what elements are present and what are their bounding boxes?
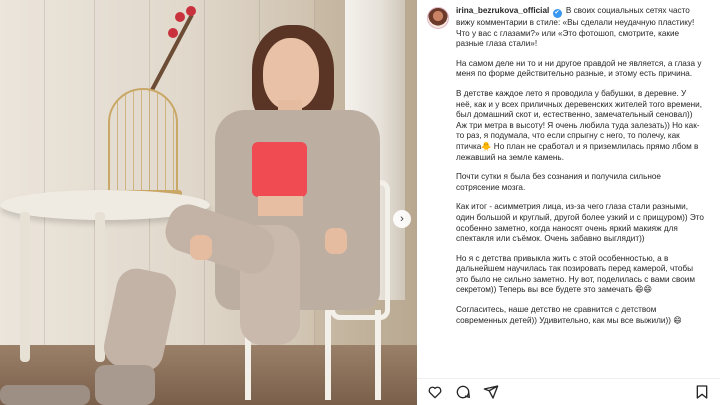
person-boot [0, 385, 90, 405]
flower [175, 12, 185, 22]
post-sidebar: irina_bezrukova_official ✔ В своих социа… [417, 0, 720, 405]
caption-first-paragraph: irina_bezrukova_official ✔ В своих социа… [456, 6, 704, 50]
avatar[interactable] [427, 7, 449, 29]
save-button[interactable] [694, 384, 710, 400]
person-hand [190, 235, 212, 260]
like-button[interactable] [427, 384, 443, 400]
post-photo[interactable]: › [0, 0, 417, 405]
comment-button[interactable] [455, 384, 471, 400]
action-bar [417, 378, 720, 405]
instagram-post-view: › irina_bezrukova_official ✔ В своих соц… [0, 0, 720, 405]
caption-header: irina_bezrukova_official ✔ В своих социа… [427, 6, 704, 50]
birdcage [108, 88, 178, 198]
caption-paragraph: Почти сутки я была без сознания и получи… [456, 172, 661, 192]
share-icon [483, 385, 499, 399]
chair-leg [325, 310, 331, 400]
share-button[interactable] [483, 384, 499, 400]
heart-icon [428, 386, 442, 399]
caption-paragraph: На самом деле ни то и ни другое правдой … [456, 58, 702, 79]
person-top [252, 142, 307, 197]
chair-leg [375, 310, 381, 400]
next-photo-button[interactable]: › [393, 210, 411, 228]
bookmark-icon [696, 385, 708, 399]
caption-scroll-area[interactable]: irina_bezrukova_official ✔ В своих социа… [417, 0, 720, 378]
caption-paragraph: Но я с детства привыкла жить с этой особ… [456, 253, 696, 295]
comment-icon [456, 385, 470, 399]
verified-badge-icon: ✔ [552, 9, 562, 18]
caption-paragraph: Согласитесь, наше детство не сравнится с… [456, 305, 682, 325]
username-link[interactable]: irina_bezrukova_official [456, 6, 549, 15]
flower [168, 28, 178, 38]
chevron-right-icon: › [400, 213, 404, 225]
caption-paragraph: В детстве каждое лето я проводила у бабу… [456, 88, 703, 162]
table-leg [20, 212, 30, 362]
caption-paragraph: Как итог - асимметрия лица, из-за чего г… [456, 202, 704, 244]
person-hand [325, 228, 347, 254]
table-leg [95, 212, 105, 362]
person-boot [95, 365, 155, 405]
person-midriff [258, 196, 303, 216]
flower [186, 6, 196, 16]
